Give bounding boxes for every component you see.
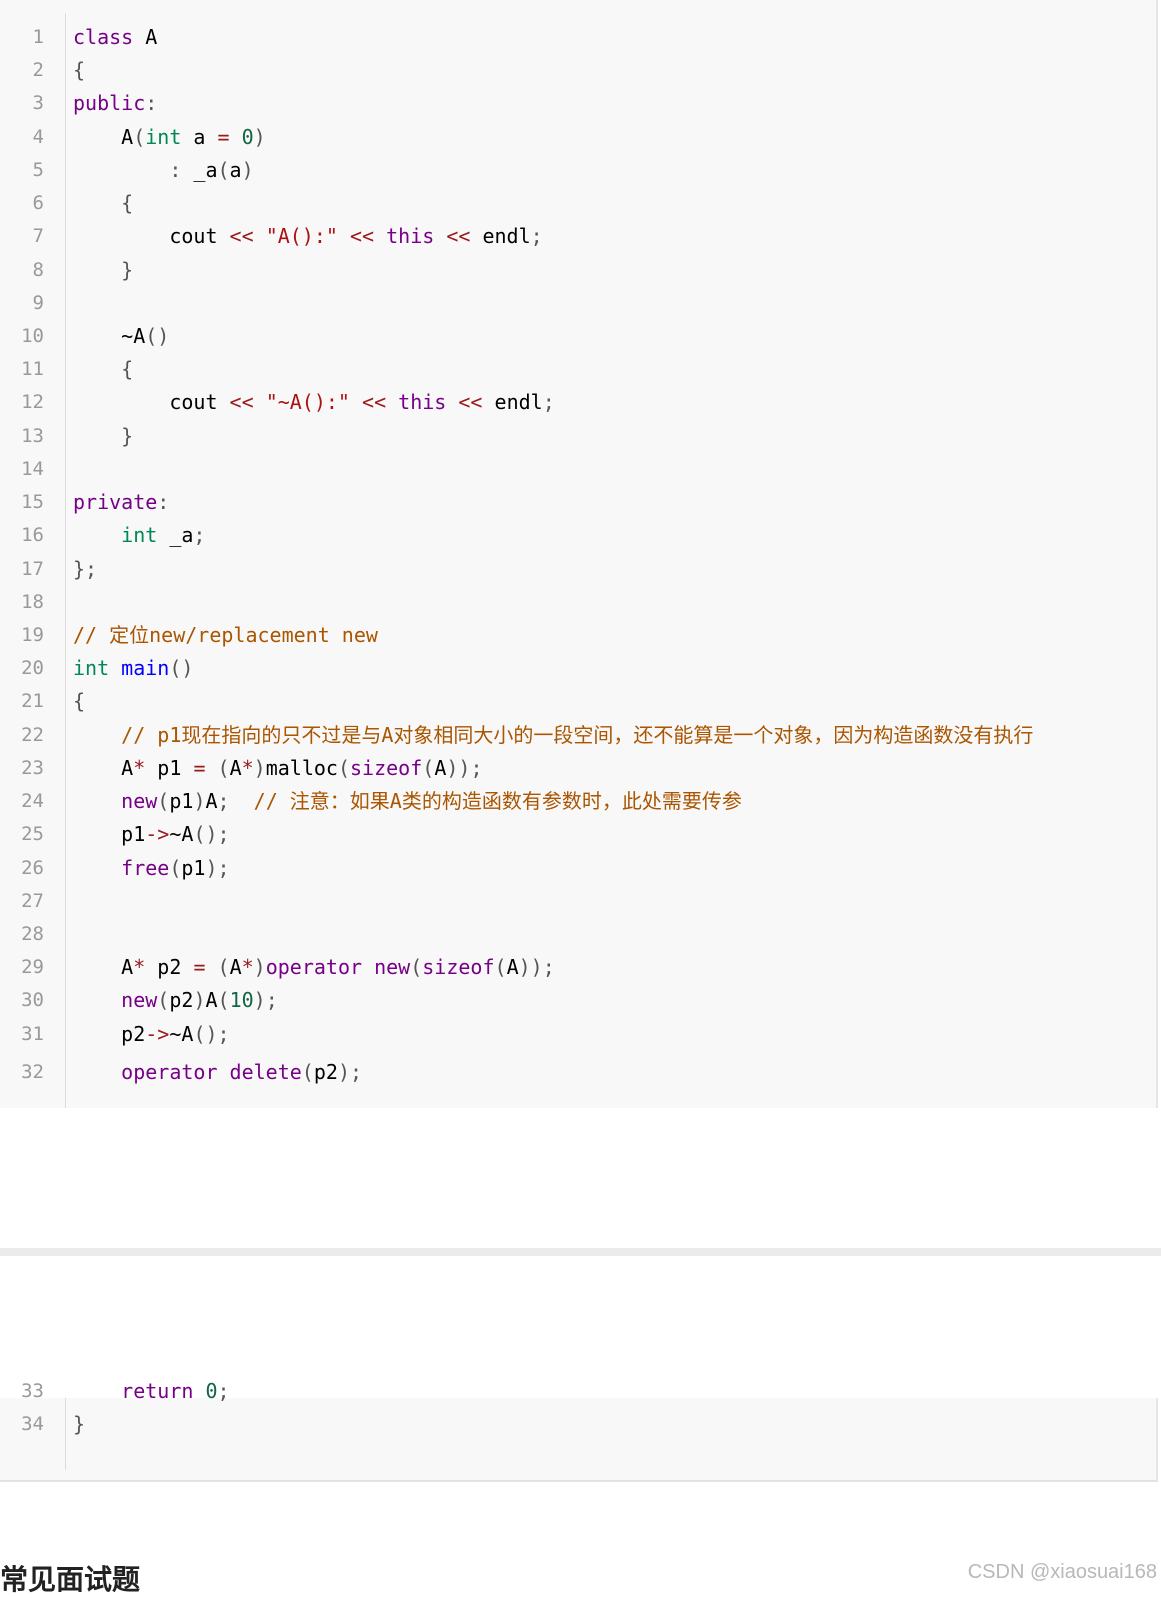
line-number: 21 (21, 690, 44, 713)
line-number: 7 (32, 225, 44, 248)
line-number: 23 (21, 756, 44, 779)
code-text: operator delete(p2); (121, 1060, 363, 1084)
code-text: return 0; (121, 1379, 230, 1403)
code-text: public: (73, 91, 158, 116)
code-text: new(p2)A(10); (121, 988, 278, 1013)
line-number: 16 (21, 524, 44, 547)
code-text: : _a(a) (169, 157, 254, 182)
line-number: 25 (21, 823, 44, 846)
section-heading: 常见面试题 (0, 1563, 141, 1596)
watermark: CSDN @xiaosuai168 (967, 1561, 1157, 1583)
code-text: int main() (73, 656, 194, 681)
line-number: 32 (21, 1061, 44, 1083)
code-text: int _a; (121, 523, 206, 548)
line-number: 30 (21, 989, 44, 1012)
line-number: 22 (21, 723, 44, 746)
line-number: 20 (21, 657, 44, 680)
line-number: 27 (21, 889, 44, 912)
line-number: 18 (21, 590, 44, 613)
line-number: 34 (21, 1413, 44, 1435)
code-text: A* p1 = (A*)malloc(sizeof(A)); (73, 755, 483, 780)
code-text: // 定位new/replacement new (73, 622, 378, 647)
code-text: { (73, 58, 86, 83)
line-number: 5 (32, 158, 44, 181)
code-text: { (73, 689, 86, 714)
line-number: 24 (21, 790, 44, 813)
code-text: { (121, 191, 134, 216)
line-number: 14 (21, 457, 44, 480)
gutter-divider (65, 13, 66, 1108)
code-text: cout << "A():" << this << endl; (73, 224, 543, 249)
code-block-1: 1 class A 2 {3 public: 4 A(int a = 0) 5 : _a(a… (0, 0, 1158, 1108)
code-text: private: (73, 490, 170, 515)
code-text: } (121, 257, 134, 282)
code-text: A(int a = 0) (73, 124, 266, 149)
code-text: }; (73, 556, 98, 581)
code-text: { (121, 357, 134, 382)
code-block-2: 33 return 0; 34} (0, 1379, 1158, 1482)
line-number: 11 (21, 358, 44, 381)
code-text: cout << "~A():" << this << endl; (73, 390, 555, 415)
code-text: // p1现在指向的只不过是与A对象相同大小的一段空间，还不能算是一个对象，因为… (121, 722, 1034, 747)
code-text: free(p1); (121, 855, 230, 880)
line-number: 4 (32, 125, 44, 148)
code-text: class A (73, 25, 158, 49)
line-number: 26 (21, 856, 44, 879)
line-number: 31 (21, 1022, 44, 1045)
line-number: 6 (32, 192, 44, 215)
code-text: } (121, 423, 134, 448)
section-divider (0, 1248, 1161, 1256)
gutter-divider (65, 1398, 66, 1470)
line-number: 15 (21, 491, 44, 514)
line-number: 28 (21, 922, 44, 945)
code-text: ~A() (73, 323, 170, 348)
line-number: 12 (21, 391, 44, 414)
code-text: p2->~A(); (73, 1021, 230, 1046)
line-number: 9 (32, 291, 44, 314)
line-number: 13 (21, 424, 44, 447)
line-number: 8 (32, 258, 44, 281)
line-number: 17 (21, 557, 44, 580)
code-text: } (73, 1412, 86, 1436)
code-text: A* p2 = (A*)operator new(sizeof(A)); (73, 955, 555, 980)
line-number: 10 (21, 324, 44, 347)
line-number: 2 (32, 59, 44, 82)
line-number: 33 (21, 1380, 44, 1402)
code-text: p1->~A(); (73, 822, 230, 847)
line-number: 19 (21, 623, 44, 646)
line-number: 1 (32, 26, 44, 48)
line-number: 3 (32, 92, 44, 115)
line-number: 29 (21, 956, 44, 979)
code-text: new(p1)A; // 注意：如果A类的构造函数有参数时，此处需要传参 (121, 789, 742, 814)
